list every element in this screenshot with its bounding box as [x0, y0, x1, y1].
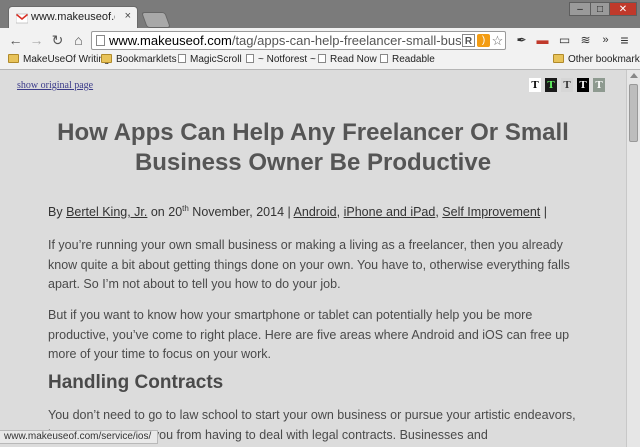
minimize-button[interactable]: –	[569, 2, 591, 16]
category-link-iphone-ipad[interactable]: iPhone and iPad	[344, 205, 436, 219]
bookmarks-bar: MakeUseOf Writing Bookmarklets MagicScro…	[0, 53, 640, 70]
extension-pen-icon[interactable]: ✒	[514, 33, 529, 48]
byline-date-rest: November, 2014 |	[192, 205, 291, 220]
bookmark-label: Bookmarklets	[116, 54, 177, 65]
back-arrow-icon[interactable]: ←	[7, 32, 24, 49]
bookmark-magicscroll[interactable]: MagicScroll	[178, 54, 242, 65]
bookmark-label: MagicScroll	[190, 54, 242, 65]
new-tab-button[interactable]	[141, 12, 171, 28]
reload-icon[interactable]: ↻	[49, 32, 66, 49]
byline-separator: |	[543, 205, 547, 220]
tab-title: www.makeuseof.com/tag	[31, 11, 115, 23]
bookmark-notforest[interactable]: ~ Notforest ~	[246, 54, 316, 65]
folder-icon	[8, 54, 19, 63]
article-paragraph-2: But if you want to know how your smartph…	[48, 308, 570, 361]
page-icon	[318, 54, 326, 63]
tab-strip: www.makeuseof.com/tag × – □ ✕	[0, 0, 640, 28]
page-icon	[246, 54, 254, 63]
url-host: www.makeuseof.com	[109, 33, 232, 48]
status-bar: www.makeuseof.com/service/ios/	[0, 430, 159, 444]
scroll-thumb[interactable]	[629, 84, 638, 142]
address-bar[interactable]: www.makeuseof.com/tag/apps-can-help-free…	[91, 31, 506, 50]
url-path: /tag/apps-can-help-freelancer-small-busi…	[231, 33, 461, 48]
rss-icon[interactable]: )	[477, 34, 490, 47]
tab-close-icon[interactable]: ×	[125, 10, 131, 22]
article-paragraph-1: If you’re running your own small busines…	[48, 238, 570, 291]
maximize-button[interactable]: □	[590, 2, 610, 16]
vertical-scrollbar[interactable]	[626, 70, 640, 447]
bookmark-bookmarklets[interactable]: Bookmarklets	[101, 54, 177, 65]
menu-icon[interactable]: ≡	[617, 33, 632, 48]
author-link[interactable]: Bertel King, Jr.	[66, 205, 147, 219]
bookmark-star-icon[interactable]: ☆	[491, 34, 504, 47]
page-icon	[380, 54, 388, 63]
article-title: How Apps Can Help Any Freelancer Or Smal…	[57, 119, 569, 176]
bookmark-makeuseof-writing[interactable]: MakeUseOf Writing	[8, 54, 110, 65]
byline-date-suffix: th	[182, 204, 189, 213]
browser-toolbar: ← → ↻ ⌂ www.makeuseof.com/tag/apps-can-h…	[0, 28, 640, 53]
folder-icon	[101, 54, 112, 63]
home-icon[interactable]: ⌂	[70, 32, 87, 49]
extension-car-icon[interactable]: ▬	[535, 33, 550, 48]
url-text[interactable]: www.makeuseof.com/tag/apps-can-help-free…	[109, 33, 461, 48]
gmail-favicon-icon	[16, 13, 28, 24]
theme-button-white[interactable]: T	[529, 78, 541, 92]
extension-layers-icon[interactable]: ≋	[578, 33, 593, 48]
bookmark-label: MakeUseOf Writing	[23, 54, 110, 65]
readability-icon[interactable]: R	[462, 34, 475, 47]
forward-arrow-icon[interactable]: →	[28, 32, 45, 49]
page-icon	[96, 35, 105, 46]
reader-content: show original page T T T T T How Apps Ca…	[0, 70, 626, 447]
category-link-self-improvement[interactable]: Self Improvement	[442, 205, 540, 219]
bookmark-label: ~ Notforest ~	[258, 54, 316, 65]
bookmark-read-now[interactable]: Read Now	[318, 54, 377, 65]
theme-button-grey[interactable]: T	[561, 78, 573, 92]
bookmark-label: Readable	[392, 54, 435, 65]
folder-icon	[553, 54, 564, 63]
page-icon	[178, 54, 186, 63]
scroll-up-arrow-icon[interactable]	[630, 73, 638, 78]
section-heading: Handling Contracts	[48, 372, 224, 393]
extension-book-icon[interactable]: ▭	[557, 33, 572, 48]
tab-active[interactable]: www.makeuseof.com/tag ×	[8, 6, 138, 28]
bookmark-label: Other bookmarks	[568, 54, 640, 65]
article-byline: By Bertel King, Jr. on 20th November, 20…	[48, 204, 547, 220]
show-original-link[interactable]: show original page	[17, 80, 93, 91]
bookmark-label: Read Now	[330, 54, 377, 65]
close-window-button[interactable]: ✕	[609, 2, 637, 16]
byline-date-day: on 20	[150, 205, 183, 220]
bookmark-other-bookmarks[interactable]: Other bookmarks	[553, 54, 640, 65]
category-link-android[interactable]: Android	[294, 205, 337, 219]
theme-button-black[interactable]: T	[577, 78, 589, 92]
byline-by: By	[48, 205, 63, 220]
bookmark-readable[interactable]: Readable	[380, 54, 435, 65]
extensions-overflow-icon[interactable]: »	[598, 33, 613, 48]
theme-button-sage[interactable]: T	[593, 78, 605, 92]
theme-button-terminal[interactable]: T	[545, 78, 557, 92]
